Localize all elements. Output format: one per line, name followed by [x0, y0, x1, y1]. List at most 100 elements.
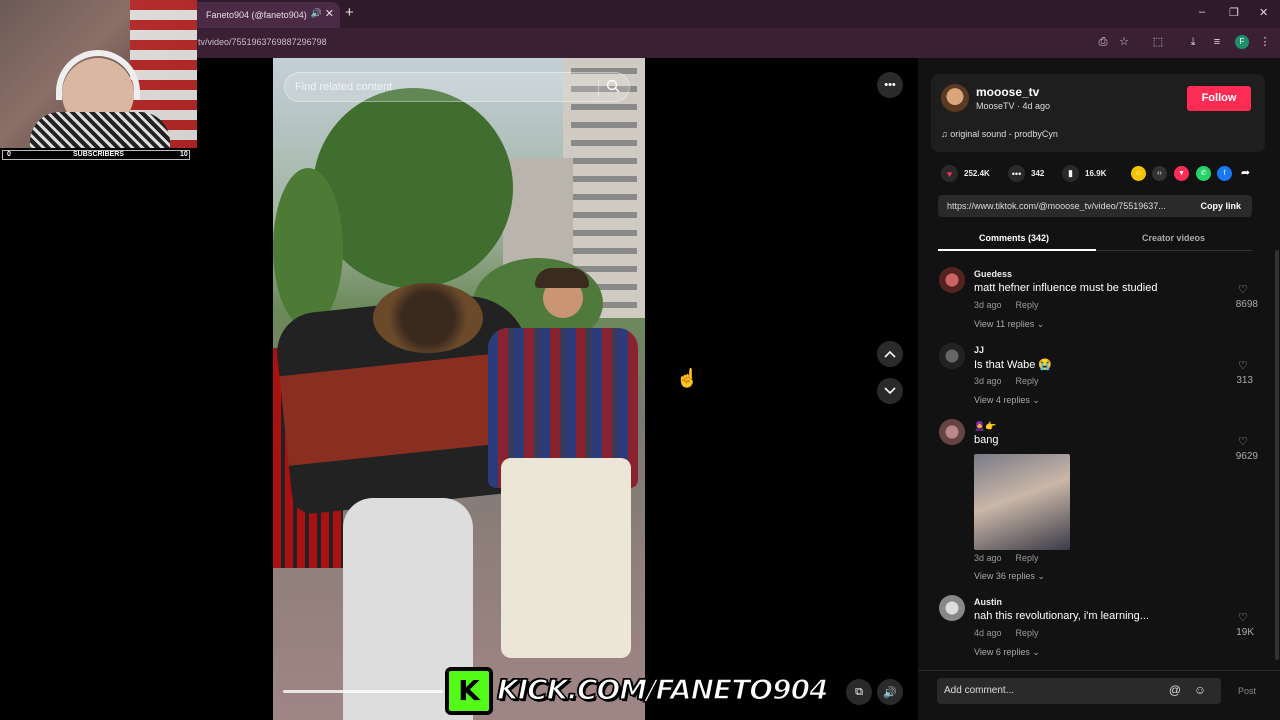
close-window-button[interactable]: ✕ [1259, 6, 1268, 19]
comment-text: matt hefner influence must be studied [974, 282, 1158, 294]
extensions-icon[interactable]: ⬚ [1151, 35, 1165, 49]
more-options-button[interactable]: ••• [877, 72, 903, 98]
video-player[interactable] [273, 58, 645, 720]
share-friends-button[interactable]: ▼ [1174, 166, 1189, 181]
volume-button[interactable]: 🔊 [877, 679, 903, 705]
browser-tab[interactable]: Faneto904 (@faneto904) | T 🔊 ✕ [190, 2, 340, 28]
share-facebook-button[interactable]: f [1217, 166, 1232, 181]
share-whatsapp-button[interactable]: ✆ [1196, 166, 1211, 181]
view-replies-button[interactable]: View 6 replies ⌄ [974, 647, 1040, 658]
comment-meta: 3d ago Reply [974, 553, 1053, 563]
minimize-button[interactable]: – [1199, 6, 1205, 18]
pip-button[interactable]: ⧉ [846, 679, 872, 705]
comment-avatar[interactable] [939, 419, 965, 445]
comment-like-icon[interactable]: ♡ [1238, 435, 1248, 448]
panel-tabs: Comments (342) Creator videos [938, 229, 1252, 251]
man-cap [535, 268, 589, 288]
subs-goal: 10 [180, 151, 188, 158]
comment-meta: 3d ago Reply [974, 376, 1053, 386]
comment-avatar[interactable] [939, 267, 965, 293]
comment-button[interactable]: ••• [1008, 165, 1025, 182]
tab-comments[interactable]: Comments (342) [979, 233, 1049, 243]
post-button[interactable]: Post [1238, 686, 1256, 696]
comment-avatar[interactable] [939, 343, 965, 369]
bookmark-star-icon[interactable]: ☆ [1117, 35, 1131, 49]
tab-creator-videos[interactable]: Creator videos [1142, 233, 1205, 243]
comment-username[interactable]: 🧕👉 [974, 421, 996, 432]
comment-date: 4d ago [974, 628, 1002, 638]
new-tab-button[interactable]: + [345, 4, 354, 21]
reply-button[interactable]: Reply [1016, 376, 1039, 386]
reply-button[interactable]: Reply [1016, 553, 1039, 563]
like-button[interactable]: ♥ [941, 165, 958, 182]
install-app-icon[interactable]: ⎙ [1096, 35, 1110, 49]
share-more-button[interactable]: ➦ [1238, 166, 1253, 181]
pip-icon: ⧉ [855, 685, 863, 698]
previous-video-button[interactable] [877, 341, 903, 367]
media-control-icon[interactable]: ≡ [1210, 35, 1224, 49]
comment-like-icon[interactable]: ♡ [1238, 611, 1248, 624]
tree-canopy [313, 88, 513, 288]
like-count: 252.4K [964, 169, 990, 178]
chevron-down-icon [884, 387, 896, 395]
comment-icon: ••• [1011, 168, 1022, 179]
sound-title: original sound - prodbyCyn [950, 129, 1058, 139]
video-link-box: https://www.tiktok.com/@mooose_tv/video/… [938, 195, 1252, 217]
maximize-button[interactable]: ❐ [1229, 6, 1239, 19]
subs-label: SUBSCRIBERS [73, 151, 124, 158]
mouse-cursor-icon: ☝ [676, 368, 699, 388]
comment-like-icon[interactable]: ♡ [1238, 283, 1248, 296]
comment-count: 342 [1031, 169, 1045, 178]
share-code-button[interactable]: ‹› [1152, 166, 1167, 181]
download-icon[interactable]: ⤓ [1186, 35, 1200, 49]
next-video-button[interactable] [877, 378, 903, 404]
search-divider [598, 79, 599, 97]
save-button[interactable]: ▮ [1062, 165, 1079, 182]
reply-button[interactable]: Reply [1016, 300, 1039, 310]
person-hair [373, 283, 483, 353]
bookmark-icon: ▮ [1068, 168, 1073, 178]
view-replies-button[interactable]: View 11 replies ⌄ [974, 319, 1044, 330]
comment-text: Is that Wabe 😭 [974, 359, 1053, 371]
profile-avatar-icon[interactable]: F [1235, 35, 1249, 49]
creator-avatar[interactable] [941, 84, 969, 112]
creator-username[interactable]: mooose_tv [976, 85, 1039, 99]
active-tab-indicator [938, 249, 1096, 251]
video-progress-bar[interactable] [283, 690, 443, 693]
video-link-url[interactable]: https://www.tiktok.com/@mooose_tv/video/… [947, 201, 1185, 211]
add-comment-input[interactable]: Add comment... @ ☺ [937, 678, 1221, 704]
tree-left [273, 168, 343, 328]
comment-image[interactable] [974, 454, 1070, 550]
save-count: 16.9K [1085, 169, 1107, 178]
man-pants [501, 458, 631, 658]
tab-title: Faneto904 (@faneto904) | T [206, 10, 308, 20]
url-text[interactable]: tv/video/7551963769887296798 [198, 37, 327, 47]
creator-subline: MooseTV · 4d ago [976, 101, 1051, 111]
reply-button[interactable]: Reply [1016, 628, 1039, 638]
comment-like-icon[interactable]: ♡ [1238, 359, 1248, 372]
tab-close-icon[interactable]: ✕ [325, 7, 334, 20]
sound-info[interactable]: ♫ original sound - prodbyCyn [941, 129, 1058, 139]
comment-avatar[interactable] [939, 595, 965, 621]
search-icon[interactable] [606, 79, 620, 93]
comment-username[interactable]: Guedess [974, 269, 1012, 279]
share-embed-button[interactable]: ☺ [1131, 166, 1146, 181]
speaker-icon[interactable]: 🔊 [311, 8, 322, 19]
comments-scrollbar[interactable] [1275, 250, 1279, 660]
menu-dots-icon[interactable]: ⋮ [1258, 35, 1272, 49]
mention-icon[interactable]: @ [1168, 683, 1182, 697]
view-replies-button[interactable]: View 36 replies ⌄ [974, 571, 1045, 582]
comment-username[interactable]: Austin [974, 597, 1002, 607]
view-replies-button[interactable]: View 4 replies ⌄ [974, 395, 1040, 406]
streamer-webcam [0, 0, 197, 148]
copy-link-button[interactable]: Copy link [1200, 201, 1241, 211]
follow-button[interactable]: Follow [1187, 86, 1251, 111]
comment-text: nah this revolutionary, i'm learning... [974, 610, 1149, 622]
emoji-icon[interactable]: ☺ [1193, 683, 1207, 697]
comment-date: 3d ago [974, 376, 1002, 386]
find-related-search[interactable]: Find related content [284, 72, 630, 102]
comment-username[interactable]: JJ [974, 345, 984, 355]
kick-banner: K KICK.COM/FANETO904 [445, 665, 829, 717]
comment-date: 3d ago [974, 300, 1002, 310]
subs-current: 0 [7, 151, 11, 158]
